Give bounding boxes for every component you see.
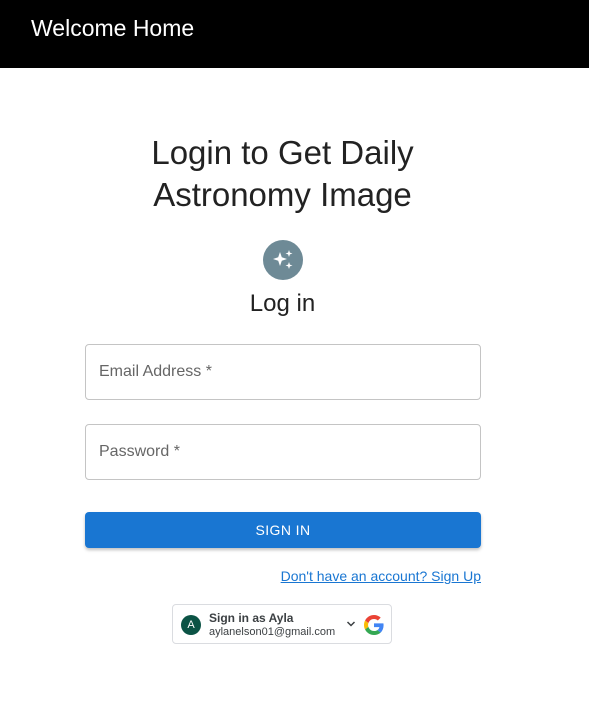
app-bar: Welcome Home xyxy=(0,0,589,68)
google-account-email: aylanelson01@gmail.com xyxy=(209,626,336,638)
email-field[interactable] xyxy=(85,344,481,400)
sparkles-icon-svg xyxy=(273,250,293,269)
password-field[interactable] xyxy=(85,424,481,480)
sign-up-link[interactable]: Don't have an account? Sign Up xyxy=(281,567,481,585)
page-headline: Login to Get Daily Astronomy Image xyxy=(0,132,565,216)
app-title: Welcome Home xyxy=(31,15,195,41)
sparkles-icon xyxy=(263,240,303,280)
google-account-avatar: A xyxy=(181,615,201,635)
google-logo-icon xyxy=(364,615,384,635)
chevron-down-icon[interactable] xyxy=(346,619,356,629)
login-heading: Log in xyxy=(249,290,316,317)
headline-line-1: Login to Get Daily xyxy=(151,134,414,171)
password-input[interactable] xyxy=(86,425,480,479)
google-sign-in-name: Sign in as Ayla xyxy=(209,611,294,625)
sign-in-button[interactable]: SIGN IN xyxy=(85,512,481,548)
google-sign-in-button[interactable]: A Sign in as Ayla aylanelson01@gmail.com xyxy=(172,604,392,644)
email-input[interactable] xyxy=(86,345,480,399)
headline-line-2: Astronomy Image xyxy=(153,176,412,213)
